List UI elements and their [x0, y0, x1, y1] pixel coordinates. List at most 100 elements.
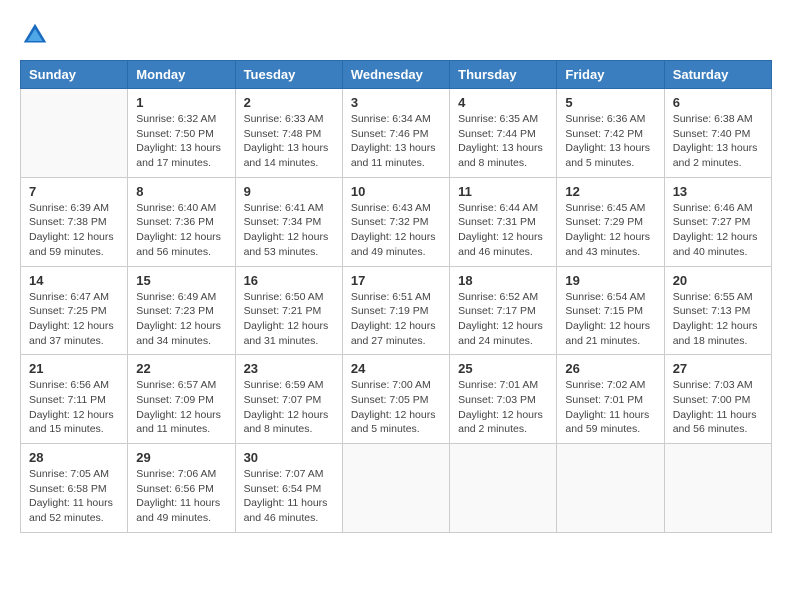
day-info: Sunrise: 6:51 AM Sunset: 7:19 PM Dayligh…: [351, 290, 441, 349]
calendar-header-tuesday: Tuesday: [235, 61, 342, 89]
day-info: Sunrise: 6:54 AM Sunset: 7:15 PM Dayligh…: [565, 290, 655, 349]
calendar-cell: [557, 444, 664, 533]
day-info: Sunrise: 7:01 AM Sunset: 7:03 PM Dayligh…: [458, 378, 548, 437]
day-number: 13: [673, 184, 763, 199]
day-number: 23: [244, 361, 334, 376]
day-info: Sunrise: 6:40 AM Sunset: 7:36 PM Dayligh…: [136, 201, 226, 260]
day-info: Sunrise: 6:45 AM Sunset: 7:29 PM Dayligh…: [565, 201, 655, 260]
day-number: 20: [673, 273, 763, 288]
day-info: Sunrise: 7:05 AM Sunset: 6:58 PM Dayligh…: [29, 467, 119, 526]
day-number: 29: [136, 450, 226, 465]
calendar-cell: 8 Sunrise: 6:40 AM Sunset: 7:36 PM Daylig…: [128, 177, 235, 266]
day-info: Sunrise: 6:59 AM Sunset: 7:07 PM Dayligh…: [244, 378, 334, 437]
calendar-header-thursday: Thursday: [450, 61, 557, 89]
calendar-cell: 26 Sunrise: 7:02 AM Sunset: 7:01 PM Dayli…: [557, 355, 664, 444]
day-number: 4: [458, 95, 548, 110]
day-number: 9: [244, 184, 334, 199]
calendar-cell: 17 Sunrise: 6:51 AM Sunset: 7:19 PM Dayli…: [342, 266, 449, 355]
day-info: Sunrise: 6:52 AM Sunset: 7:17 PM Dayligh…: [458, 290, 548, 349]
day-info: Sunrise: 6:47 AM Sunset: 7:25 PM Dayligh…: [29, 290, 119, 349]
calendar-cell: 10 Sunrise: 6:43 AM Sunset: 7:32 PM Dayli…: [342, 177, 449, 266]
day-number: 11: [458, 184, 548, 199]
calendar-header-sunday: Sunday: [21, 61, 128, 89]
day-number: 19: [565, 273, 655, 288]
day-number: 17: [351, 273, 441, 288]
calendar-table: SundayMondayTuesdayWednesdayThursdayFrid…: [20, 60, 772, 533]
day-number: 8: [136, 184, 226, 199]
calendar-cell: [664, 444, 771, 533]
calendar-cell: 20Sunrise: 6:55 AM Sunset: 7:13 PM Dayli…: [664, 266, 771, 355]
day-info: Sunrise: 6:57 AM Sunset: 7:09 PM Dayligh…: [136, 378, 226, 437]
calendar-cell: 24Sunrise: 7:00 AM Sunset: 7:05 PM Dayli…: [342, 355, 449, 444]
calendar-cell: [450, 444, 557, 533]
day-info: Sunrise: 6:38 AM Sunset: 7:40 PM Dayligh…: [673, 112, 763, 171]
calendar-cell: 29 Sunrise: 7:06 AM Sunset: 6:56 PM Dayli…: [128, 444, 235, 533]
calendar-cell: 27 Sunrise: 7:03 AM Sunset: 7:00 PM Dayli…: [664, 355, 771, 444]
calendar-cell: [342, 444, 449, 533]
day-number: 21: [29, 361, 119, 376]
day-number: 14: [29, 273, 119, 288]
calendar-cell: 6 Sunrise: 6:38 AM Sunset: 7:40 PM Daylig…: [664, 89, 771, 178]
day-number: 22: [136, 361, 226, 376]
day-info: Sunrise: 7:00 AM Sunset: 7:05 PM Dayligh…: [351, 378, 441, 437]
calendar-cell: 3 Sunrise: 6:34 AM Sunset: 7:46 PM Daylig…: [342, 89, 449, 178]
day-info: Sunrise: 7:02 AM Sunset: 7:01 PM Dayligh…: [565, 378, 655, 437]
day-info: Sunrise: 7:06 AM Sunset: 6:56 PM Dayligh…: [136, 467, 226, 526]
calendar-cell: [21, 89, 128, 178]
calendar-cell: 1 Sunrise: 6:32 AM Sunset: 7:50 PM Daylig…: [128, 89, 235, 178]
day-number: 1: [136, 95, 226, 110]
day-info: Sunrise: 6:35 AM Sunset: 7:44 PM Dayligh…: [458, 112, 548, 171]
day-number: 26: [565, 361, 655, 376]
calendar-week-5: 28Sunrise: 7:05 AM Sunset: 6:58 PM Dayli…: [21, 444, 772, 533]
calendar-cell: 14 Sunrise: 6:47 AM Sunset: 7:25 PM Dayli…: [21, 266, 128, 355]
day-info: Sunrise: 6:49 AM Sunset: 7:23 PM Dayligh…: [136, 290, 226, 349]
calendar-cell: 21 Sunrise: 6:56 AM Sunset: 7:11 PM Dayli…: [21, 355, 128, 444]
day-info: Sunrise: 7:03 AM Sunset: 7:00 PM Dayligh…: [673, 378, 763, 437]
day-info: Sunrise: 6:50 AM Sunset: 7:21 PM Dayligh…: [244, 290, 334, 349]
calendar-cell: 18 Sunrise: 6:52 AM Sunset: 7:17 PM Dayli…: [450, 266, 557, 355]
calendar-week-2: 7 Sunrise: 6:39 AM Sunset: 7:38 PM Daylig…: [21, 177, 772, 266]
logo: [20, 20, 54, 50]
day-number: 5: [565, 95, 655, 110]
calendar-cell: 23 Sunrise: 6:59 AM Sunset: 7:07 PM Dayli…: [235, 355, 342, 444]
day-number: 25: [458, 361, 548, 376]
calendar-cell: 4 Sunrise: 6:35 AM Sunset: 7:44 PM Daylig…: [450, 89, 557, 178]
day-number: 12: [565, 184, 655, 199]
day-info: Sunrise: 6:32 AM Sunset: 7:50 PM Dayligh…: [136, 112, 226, 171]
day-info: Sunrise: 6:36 AM Sunset: 7:42 PM Dayligh…: [565, 112, 655, 171]
day-number: 3: [351, 95, 441, 110]
day-number: 6: [673, 95, 763, 110]
day-number: 2: [244, 95, 334, 110]
calendar-cell: 2 Sunrise: 6:33 AM Sunset: 7:48 PM Daylig…: [235, 89, 342, 178]
day-info: Sunrise: 6:33 AM Sunset: 7:48 PM Dayligh…: [244, 112, 334, 171]
calendar-cell: 13Sunrise: 6:46 AM Sunset: 7:27 PM Dayli…: [664, 177, 771, 266]
calendar-cell: 7 Sunrise: 6:39 AM Sunset: 7:38 PM Daylig…: [21, 177, 128, 266]
day-info: Sunrise: 6:39 AM Sunset: 7:38 PM Dayligh…: [29, 201, 119, 260]
calendar-cell: 9 Sunrise: 6:41 AM Sunset: 7:34 PM Daylig…: [235, 177, 342, 266]
day-info: Sunrise: 6:56 AM Sunset: 7:11 PM Dayligh…: [29, 378, 119, 437]
calendar-cell: 5 Sunrise: 6:36 AM Sunset: 7:42 PM Daylig…: [557, 89, 664, 178]
calendar-cell: 15Sunrise: 6:49 AM Sunset: 7:23 PM Dayli…: [128, 266, 235, 355]
calendar-cell: 19 Sunrise: 6:54 AM Sunset: 7:15 PM Dayli…: [557, 266, 664, 355]
calendar-header-saturday: Saturday: [664, 61, 771, 89]
day-number: 10: [351, 184, 441, 199]
day-number: 27: [673, 361, 763, 376]
calendar-header-wednesday: Wednesday: [342, 61, 449, 89]
logo-icon: [20, 20, 50, 50]
calendar-cell: 12 Sunrise: 6:45 AM Sunset: 7:29 PM Dayli…: [557, 177, 664, 266]
calendar-header-row: SundayMondayTuesdayWednesdayThursdayFrid…: [21, 61, 772, 89]
calendar-cell: 25 Sunrise: 7:01 AM Sunset: 7:03 PM Dayli…: [450, 355, 557, 444]
calendar-header-monday: Monday: [128, 61, 235, 89]
calendar-cell: 30Sunrise: 7:07 AM Sunset: 6:54 PM Dayli…: [235, 444, 342, 533]
day-info: Sunrise: 6:41 AM Sunset: 7:34 PM Dayligh…: [244, 201, 334, 260]
day-info: Sunrise: 7:07 AM Sunset: 6:54 PM Dayligh…: [244, 467, 334, 526]
day-info: Sunrise: 6:43 AM Sunset: 7:32 PM Dayligh…: [351, 201, 441, 260]
day-number: 18: [458, 273, 548, 288]
day-info: Sunrise: 6:34 AM Sunset: 7:46 PM Dayligh…: [351, 112, 441, 171]
calendar-week-4: 21 Sunrise: 6:56 AM Sunset: 7:11 PM Dayli…: [21, 355, 772, 444]
day-number: 16: [244, 273, 334, 288]
calendar-cell: 11Sunrise: 6:44 AM Sunset: 7:31 PM Dayli…: [450, 177, 557, 266]
day-number: 7: [29, 184, 119, 199]
calendar-week-3: 14 Sunrise: 6:47 AM Sunset: 7:25 PM Dayli…: [21, 266, 772, 355]
page-header: [20, 20, 772, 50]
